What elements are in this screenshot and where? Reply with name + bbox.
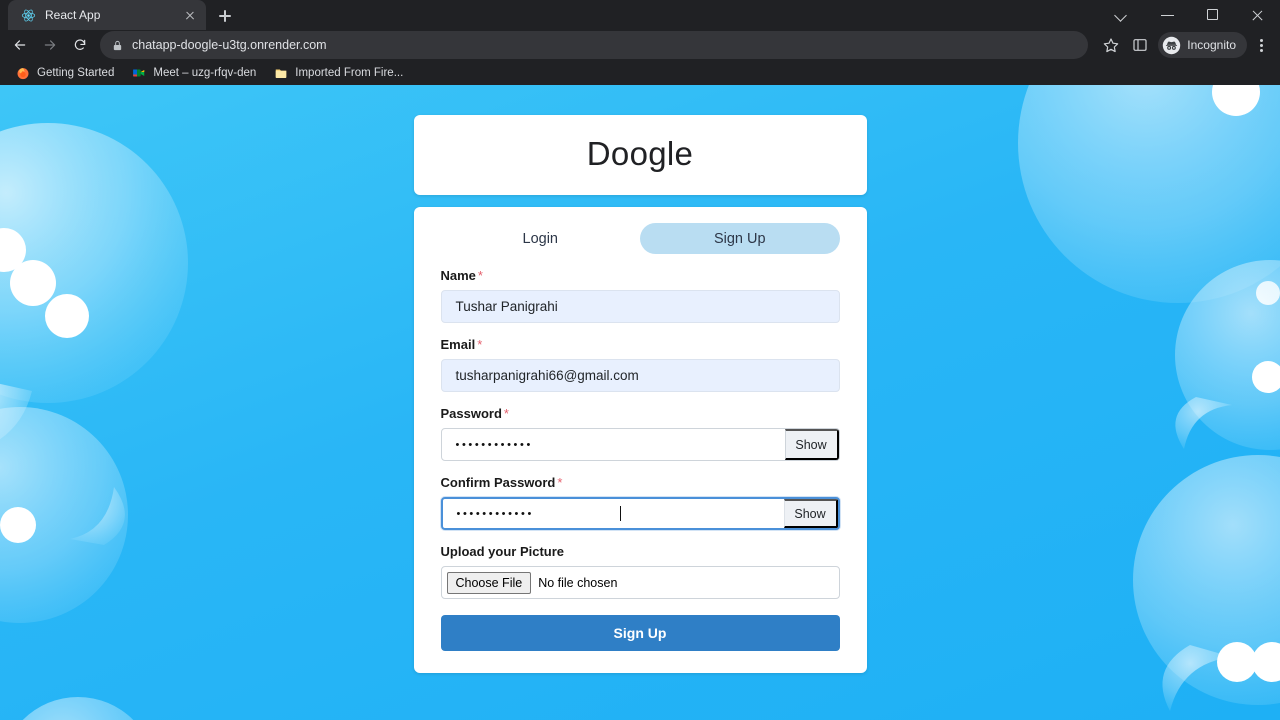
password-field-group: Password * •••••••••••• Show: [440, 406, 840, 461]
brand-card: Doogle: [413, 115, 867, 195]
signup-page-content: Doogle Login Sign Up Name * Tushar Panigr…: [0, 85, 1280, 720]
name-input-value: Tushar Panigrahi: [455, 299, 558, 314]
browser-chrome: React App chatapp-doogle-u3tg.onrender.c…: [0, 0, 1280, 85]
email-input[interactable]: tusharpanigrahi66@gmail.com: [440, 359, 840, 392]
password-show-button[interactable]: Show: [784, 429, 839, 460]
upload-field-group: Upload your Picture Choose File No file …: [440, 544, 840, 599]
choose-file-button[interactable]: Choose File: [446, 571, 532, 594]
email-label-text: Email: [440, 337, 476, 352]
name-field-group: Name * Tushar Panigrahi: [440, 268, 840, 323]
bookmarks-bar: Getting Started Meet – uzg-rfqv-den Impo…: [0, 60, 1280, 85]
name-label-text: Name: [440, 268, 476, 283]
back-arrow-icon[interactable]: [6, 31, 34, 59]
incognito-indicator[interactable]: Incognito: [1158, 32, 1247, 58]
window-close-icon[interactable]: [1235, 0, 1280, 30]
confirm-password-input-value: ••••••••••••: [456, 507, 534, 520]
password-label-text: Password: [440, 406, 502, 421]
google-meet-icon: [131, 65, 146, 80]
bookmark-item[interactable]: Getting Started: [8, 62, 121, 83]
confirm-password-show-button[interactable]: Show: [783, 499, 838, 528]
bookmark-label: Getting Started: [37, 66, 115, 79]
browser-toolbar: chatapp-doogle-u3tg.onrender.com Incogni…: [0, 30, 1280, 60]
name-input[interactable]: Tushar Panigrahi: [440, 290, 840, 323]
file-input[interactable]: Choose File No file chosen: [440, 566, 840, 599]
confirm-password-input-row[interactable]: •••••••••••• Show: [440, 497, 840, 530]
address-bar[interactable]: chatapp-doogle-u3tg.onrender.com: [100, 31, 1089, 59]
required-asterisk: *: [557, 475, 563, 490]
file-status-text: No file chosen: [538, 575, 618, 590]
name-label: Name *: [441, 268, 840, 283]
required-asterisk: *: [477, 268, 483, 283]
required-asterisk: *: [477, 337, 483, 352]
email-field-group: Email * tusharpanigrahi66@gmail.com: [440, 337, 840, 392]
tab-login[interactable]: Login: [441, 223, 641, 254]
browser-tab[interactable]: React App: [8, 0, 206, 30]
confirm-password-field-group: Confirm Password * •••••••••••• Show: [440, 475, 840, 530]
upload-label: Upload your Picture: [440, 544, 565, 559]
signup-form-card: Login Sign Up Name * Tushar Panigrahi Ema…: [413, 207, 867, 673]
url-text: chatapp-doogle-u3tg.onrender.com: [132, 38, 327, 52]
email-input-value: tusharpanigrahi66@gmail.com: [455, 368, 639, 383]
chevron-down-icon[interactable]: [1100, 0, 1145, 30]
bookmark-label: Imported From Fire...: [295, 66, 404, 79]
tab-title: React App: [45, 8, 101, 22]
react-atom-icon: [20, 7, 36, 23]
lock-icon: [112, 39, 123, 52]
signup-submit-button[interactable]: Sign Up: [440, 615, 840, 651]
email-label: Email *: [441, 337, 840, 352]
password-input-value: ••••••••••••: [455, 438, 533, 451]
tab-strip: React App: [0, 0, 1280, 30]
page-viewport: Doogle Login Sign Up Name * Tushar Panigr…: [0, 85, 1280, 720]
confirm-password-label-text: Confirm Password: [440, 475, 556, 490]
text-cursor: [619, 506, 622, 521]
auth-tabs: Login Sign Up: [441, 223, 840, 254]
star-icon[interactable]: [1097, 31, 1125, 59]
page-title: Doogle: [586, 135, 694, 172]
reload-icon[interactable]: [66, 31, 94, 59]
bookmark-label: Meet – uzg-rfqv-den: [153, 66, 257, 79]
incognito-label: Incognito: [1187, 38, 1236, 52]
tab-signup[interactable]: Sign Up: [640, 223, 840, 254]
toolbar-right-actions: Incognito: [1097, 31, 1274, 59]
window-controls: [1100, 0, 1280, 30]
folder-icon: [273, 65, 288, 80]
required-asterisk: *: [503, 406, 509, 421]
bookmark-item[interactable]: Imported From Fire...: [266, 62, 410, 83]
incognito-icon: [1162, 36, 1181, 55]
forward-arrow-icon[interactable]: [36, 31, 64, 59]
side-panel-icon[interactable]: [1126, 31, 1154, 59]
close-icon[interactable]: [182, 7, 198, 23]
firefox-icon: [15, 65, 30, 80]
confirm-password-label: Confirm Password *: [441, 475, 840, 490]
maximize-icon[interactable]: [1190, 0, 1235, 30]
password-input-row[interactable]: •••••••••••• Show: [440, 428, 840, 461]
kebab-menu-icon[interactable]: [1248, 31, 1274, 59]
new-tab-button[interactable]: [211, 2, 239, 30]
password-label: Password *: [441, 406, 840, 421]
bookmark-item[interactable]: Meet – uzg-rfqv-den: [124, 62, 263, 83]
minimize-icon[interactable]: [1145, 0, 1190, 30]
